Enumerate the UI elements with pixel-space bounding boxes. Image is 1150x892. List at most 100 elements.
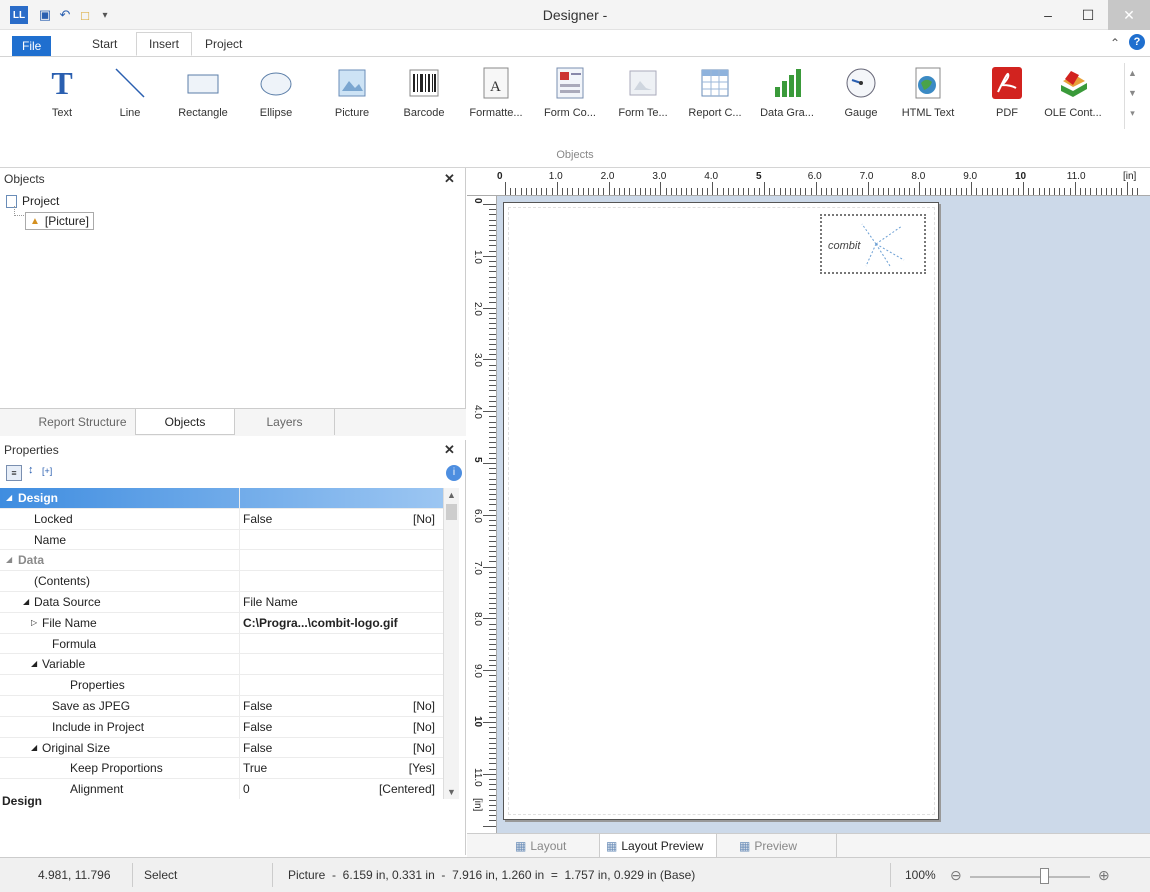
- ruler-tick: [593, 188, 594, 195]
- ruler-label: 11.0: [1066, 171, 1086, 182]
- collapse-arrow-icon[interactable]: ◢: [31, 743, 37, 752]
- property-row[interactable]: Data Source ◢ File Name: [0, 592, 443, 613]
- ruler-tick: [489, 624, 496, 625]
- view-tabs: ▦ Layout ▦ Layout Preview ▦ Preview: [467, 833, 1150, 858]
- zoom-out-icon[interactable]: ⊖: [950, 867, 962, 884]
- tab-project[interactable]: Project: [193, 32, 254, 56]
- property-value[interactable]: False: [243, 699, 272, 713]
- property-row[interactable]: Save as JPEG False [No]: [0, 696, 443, 717]
- insert-formatted-text-button[interactable]: A Formatte...: [465, 65, 527, 135]
- collapse-arrow-icon[interactable]: ◢: [31, 659, 37, 668]
- tab-insert[interactable]: Insert: [136, 32, 193, 56]
- tab-report-structure[interactable]: Report Structure: [30, 409, 135, 435]
- scrollbar-thumb[interactable]: [446, 504, 457, 520]
- property-row[interactable]: Formula: [0, 633, 443, 655]
- ruler-tick: [997, 188, 998, 195]
- status-mode: Select: [144, 868, 178, 882]
- close-properties-panel-icon[interactable]: ✕: [444, 442, 455, 458]
- property-section[interactable]: Design ◢: [0, 488, 443, 509]
- minimize-button[interactable]: –: [1028, 0, 1068, 30]
- property-row[interactable]: Properties: [0, 675, 443, 696]
- close-window-button[interactable]: ✕: [1108, 0, 1150, 30]
- ruler-tick: [489, 660, 496, 661]
- property-row[interactable]: Alignment 0 [Centered]: [0, 779, 443, 799]
- property-value[interactable]: False: [243, 720, 272, 734]
- ruler-tick: [483, 826, 496, 827]
- property-value[interactable]: True: [243, 761, 267, 775]
- property-section[interactable]: Data ◢: [0, 550, 443, 572]
- tree-connector: [14, 206, 24, 216]
- property-value[interactable]: False: [243, 741, 272, 755]
- insert-line-button[interactable]: Line: [99, 65, 161, 135]
- insert-text-button[interactable]: T Text: [31, 65, 93, 135]
- tab-preview[interactable]: ▦ Preview: [733, 834, 837, 858]
- property-row[interactable]: Locked False [No]: [0, 508, 443, 530]
- insert-rectangle-button[interactable]: Rectangle: [172, 65, 234, 135]
- objects-panel-header: Objects ✕: [0, 168, 465, 190]
- property-grid-scrollbar[interactable]: ▲ ▼: [443, 488, 459, 799]
- objects-panel-title: Objects: [4, 172, 45, 186]
- zoom-slider-thumb[interactable]: [1040, 868, 1049, 884]
- close-objects-panel-icon[interactable]: ✕: [444, 171, 455, 187]
- ruler-tick: [489, 525, 496, 526]
- property-row[interactable]: Keep Proportions True [Yes]: [0, 758, 443, 780]
- insert-report-container-button[interactable]: Report C...: [684, 65, 746, 135]
- maximize-button[interactable]: ☐: [1068, 0, 1108, 30]
- insert-barcode-button[interactable]: Barcode: [393, 65, 455, 135]
- ruler-tick: [567, 188, 568, 195]
- ruler-tick: [489, 598, 496, 599]
- tab-layers[interactable]: Layers: [235, 409, 335, 435]
- info-icon[interactable]: i: [446, 465, 462, 481]
- tab-layout-preview[interactable]: ▦ Layout Preview: [599, 834, 717, 858]
- property-row[interactable]: Include in Project False [No]: [0, 716, 443, 738]
- tab-objects[interactable]: Objects: [135, 409, 235, 435]
- property-value[interactable]: File Name: [243, 595, 298, 609]
- ruler-tick: [489, 629, 496, 630]
- property-row[interactable]: (Contents): [0, 571, 443, 592]
- tab-layout[interactable]: ▦ Layout: [509, 834, 599, 858]
- ruler-tick: [489, 665, 496, 666]
- collapse-arrow-icon[interactable]: ◢: [6, 493, 12, 502]
- tab-start[interactable]: Start: [80, 32, 129, 56]
- ribbon-gallery-scroll[interactable]: ▲ ▼ ▾: [1124, 63, 1140, 129]
- ruler-tick: [489, 225, 496, 226]
- property-row[interactable]: File Name ▷ C:\Progra...\combit-logo.gif: [0, 612, 443, 634]
- ruler-label: 0: [497, 171, 503, 182]
- tree-item-picture[interactable]: ▲ [Picture]: [25, 212, 94, 230]
- categorized-view-icon[interactable]: ≡: [6, 465, 22, 481]
- ruler-tick: [961, 188, 962, 195]
- collapse-arrow-icon[interactable]: ◢: [6, 555, 12, 564]
- expand-arrow-icon[interactable]: ▷: [31, 618, 37, 627]
- property-value[interactable]: C:\Progra...\combit-logo.gif: [243, 616, 398, 630]
- tab-file[interactable]: File: [12, 36, 52, 56]
- insert-picture-button[interactable]: Picture: [321, 65, 383, 135]
- insert-ellipse-button[interactable]: Ellipse: [245, 65, 307, 135]
- insert-form-template-button[interactable]: Form Te...: [612, 65, 674, 135]
- ruler-tick: [489, 613, 496, 614]
- zoom-in-icon[interactable]: ⊕: [1098, 867, 1110, 884]
- insert-data-graphic-button[interactable]: Data Gra...: [756, 65, 818, 135]
- collapse-ribbon-icon[interactable]: ⌃: [1110, 36, 1120, 50]
- zoom-slider[interactable]: [970, 876, 1090, 878]
- expand-all-icon[interactable]: [+]: [42, 466, 52, 476]
- property-value-label: [No]: [412, 740, 435, 755]
- property-row[interactable]: Name: [0, 529, 443, 551]
- property-row[interactable]: Variable ◢: [0, 654, 443, 676]
- ruler-tick: [919, 182, 920, 195]
- sort-alphabetical-icon[interactable]: ↕: [28, 464, 34, 476]
- property-row[interactable]: Original Size ◢ False [No]: [0, 737, 443, 759]
- ribbon-tabs: File Start Insert Project ⌃ ?: [0, 30, 1150, 56]
- property-value[interactable]: 0: [243, 782, 250, 796]
- collapse-arrow-icon[interactable]: ◢: [23, 597, 29, 606]
- ruler-tick: [754, 188, 755, 195]
- property-value[interactable]: False: [243, 512, 272, 526]
- insert-gauge-button[interactable]: Gauge: [830, 65, 892, 135]
- report-page[interactable]: combit: [503, 202, 939, 820]
- picture-object[interactable]: combit: [820, 214, 926, 274]
- insert-html-text-button[interactable]: HTML Text: [897, 65, 959, 135]
- insert-form-control-button[interactable]: Form Co...: [539, 65, 601, 135]
- help-icon[interactable]: ?: [1129, 34, 1145, 50]
- insert-ole-container-button[interactable]: OLE Cont...: [1042, 65, 1104, 135]
- insert-pdf-button[interactable]: PDF: [976, 65, 1038, 135]
- ruler-tick: [489, 479, 496, 480]
